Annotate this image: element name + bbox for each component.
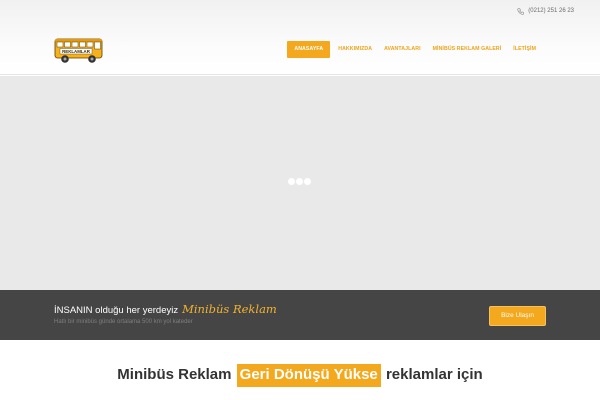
phone-number[interactable]: (0212) 251 26 23	[528, 8, 574, 14]
site-header: (0212) 251 26 23 REKLAMLAR ANASAYFA HAKK…	[0, 0, 600, 75]
page: (0212) 251 26 23 REKLAMLAR ANASAYFA HAKK…	[0, 0, 600, 400]
contact-us-button[interactable]: Bize Ulaşın	[489, 306, 546, 326]
nav-item-avantajlari[interactable]: AVANTAJLARI	[378, 41, 427, 58]
main-nav: ANASAYFA HAKKIMIZDA AVANTAJLARI MİNİBÜS …	[287, 41, 542, 58]
loading-dot	[296, 178, 303, 185]
nav-item-iletisim[interactable]: İLETİŞİM	[507, 41, 542, 58]
loading-indicator	[288, 178, 311, 185]
logo-text: REKLAMLAR	[62, 49, 91, 54]
promo-subtitle: Hatlı bir minibüs günde ortalama 500 km …	[54, 319, 193, 325]
bus-icon: REKLAMLAR	[54, 38, 103, 63]
promo-title: İNSANIN olduğu her yerdeyiz Minibüs Rekl…	[54, 302, 277, 316]
headline-before: Minibüs Reklam	[117, 366, 232, 383]
nav-item-anasayfa[interactable]: ANASAYFA	[287, 41, 331, 58]
loading-dot	[288, 178, 295, 185]
loading-dot	[304, 178, 311, 185]
promo-title-accent: Minibüs Reklam	[182, 302, 277, 316]
phone-icon	[517, 7, 525, 15]
headline-highlight: Geri Dönüşü Yükse	[236, 364, 381, 387]
nav-item-galeri[interactable]: MİNİBÜS REKLAM GALERİ	[427, 41, 508, 58]
site-logo[interactable]: REKLAMLAR	[54, 37, 104, 65]
section-headline: Minibüs Reklam Geri Dönüşü Yükse reklaml…	[0, 364, 600, 387]
nav-item-hakkimizda[interactable]: HAKKIMIZDA	[332, 41, 378, 58]
headline-after: reklamlar için	[385, 366, 483, 383]
topbar-contact: (0212) 251 26 23	[517, 6, 574, 16]
promo-title-text: İNSANIN olduğu her yerdeyiz	[54, 305, 179, 316]
